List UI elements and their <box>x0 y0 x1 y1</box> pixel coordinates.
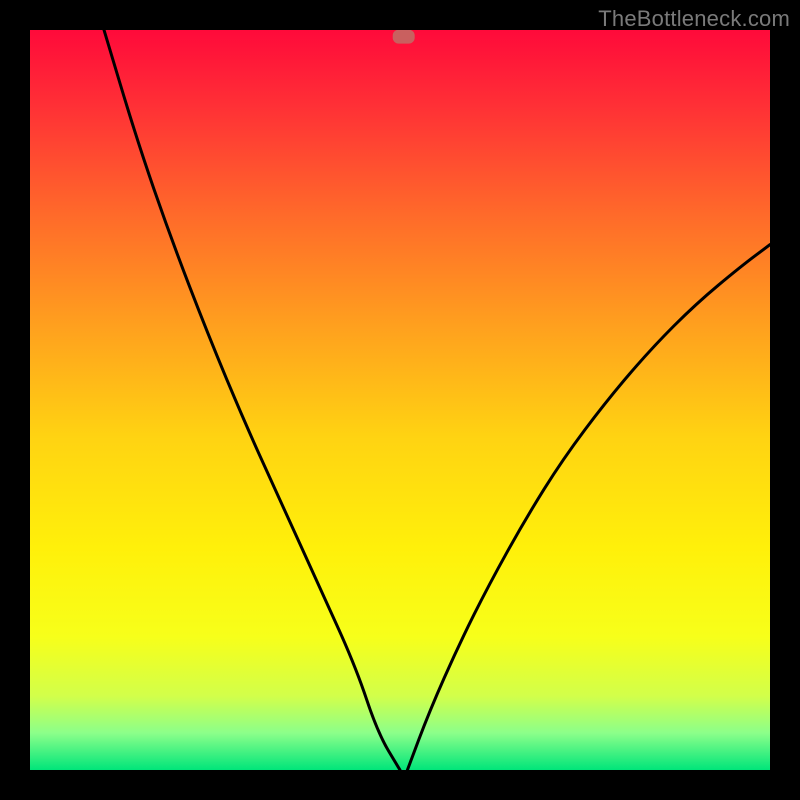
chart-container: TheBottleneck.com <box>0 0 800 800</box>
crossover-marker <box>393 30 415 44</box>
chart-svg <box>30 30 770 770</box>
watermark-text: TheBottleneck.com <box>598 6 790 32</box>
plot-area <box>30 30 770 770</box>
gradient-background <box>30 30 770 770</box>
